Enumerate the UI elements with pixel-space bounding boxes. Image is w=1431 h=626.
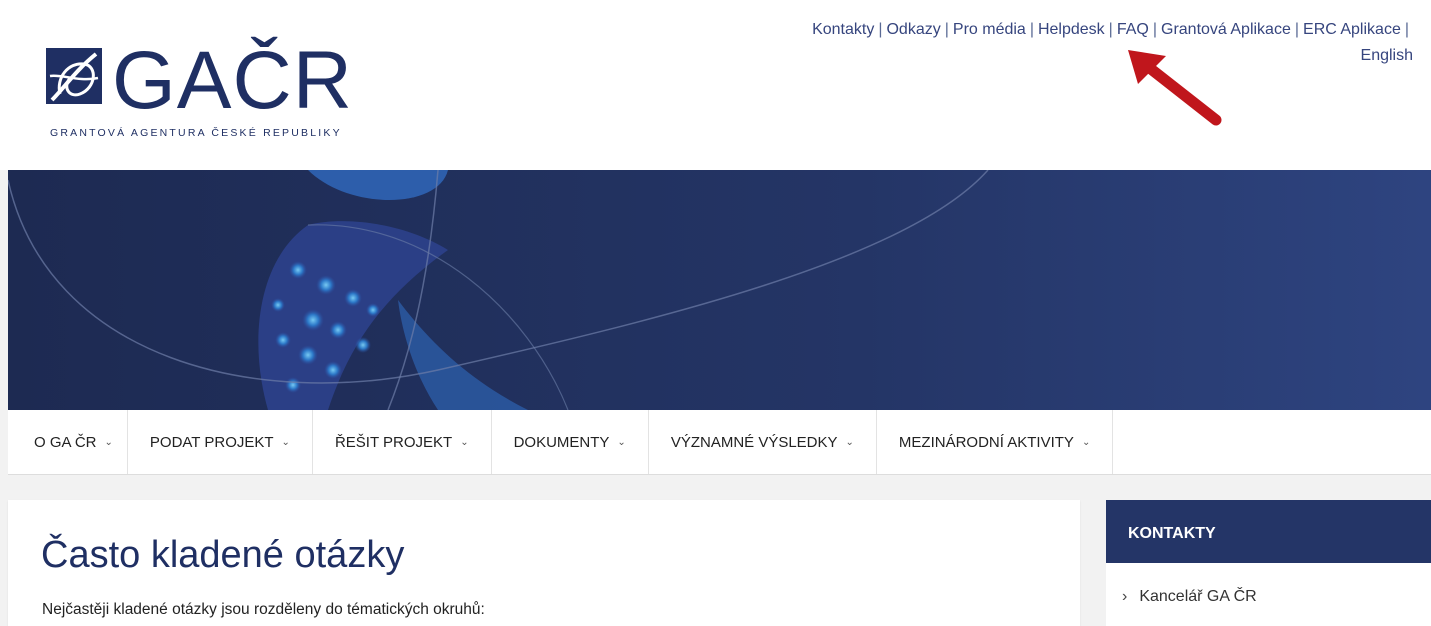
nav-item-label: ŘEŠIT PROJEKT [335, 434, 452, 451]
top-link-kontakty[interactable]: Kontakty [812, 21, 874, 38]
nav-item-label: MEZINÁRODNÍ AKTIVITY [899, 434, 1074, 451]
link-separator: | [1153, 21, 1157, 38]
sidebar-contacts: KONTAKTY › Kancelář GA ČR [1106, 500, 1431, 626]
sidebar-item-kancelar[interactable]: › Kancelář GA ČR [1122, 588, 1257, 606]
link-separator: | [878, 21, 882, 38]
intro-text: Nejčastěji kladené otázky jsou rozděleny… [42, 601, 485, 619]
link-separator: | [1405, 21, 1409, 38]
link-separator: | [1109, 21, 1113, 38]
main-content: Často kladené otázky Nejčastěji kladené … [8, 500, 1080, 626]
top-links-bar: Kontakty|Odkazy|Pro média|Helpdesk|FAQ|G… [733, 17, 1413, 69]
site-header: GAČR GRANTOVÁ AGENTURA ČESKÉ REPUBLIKY K… [8, 0, 1431, 170]
logo-subtitle: GRANTOVÁ AGENTURA ČESKÉ REPUBLIKY [50, 127, 342, 139]
top-link-erc-aplikace[interactable]: ERC Aplikace [1303, 21, 1401, 38]
main-navigation: O GA ČR ⌄ PODAT PROJEKT ⌄ ŘEŠIT PROJEKT ⌄ D… [8, 410, 1431, 475]
header-edge [0, 0, 8, 170]
sidebar-heading: KONTAKTY [1106, 500, 1431, 563]
nav-item-label: DOKUMENTY [514, 434, 610, 451]
top-link-pro-media[interactable]: Pro média [953, 21, 1026, 38]
chevron-down-icon: ⌄ [846, 437, 854, 448]
nav-item-label: PODAT PROJEKT [150, 434, 274, 451]
gacr-logo[interactable]: GAČR GRANTOVÁ AGENTURA ČESKÉ REPUBLIKY [38, 38, 378, 148]
nav-item-dokumenty[interactable]: DOKUMENTY ⌄ [492, 410, 649, 474]
nav-item-vyznamne-vysledky[interactable]: VÝZNAMNÉ VÝSLEDKY ⌄ [649, 410, 877, 474]
annotation-arrow-icon [1118, 40, 1228, 130]
chevron-down-icon: ⌄ [460, 437, 468, 448]
chevron-right-icon: › [1122, 588, 1127, 605]
chevron-down-icon: ⌄ [105, 437, 113, 448]
link-separator: | [1030, 21, 1034, 38]
nav-item-o-ga-cr[interactable]: O GA ČR ⌄ [8, 410, 128, 474]
top-link-grantova-aplikace[interactable]: Grantová Aplikace [1161, 21, 1291, 38]
hero-banner [8, 170, 1431, 410]
page-title: Často kladené otázky [41, 534, 404, 577]
logo-emblem-icon [46, 48, 102, 104]
top-link-english[interactable]: English [1361, 47, 1413, 64]
top-link-helpdesk[interactable]: Helpdesk [1038, 21, 1105, 38]
sidebar-item-label: Kancelář GA ČR [1139, 588, 1256, 605]
nav-item-label: VÝZNAMNÉ VÝSLEDKY [671, 434, 838, 451]
logo-wordmark: GAČR [112, 36, 353, 126]
nav-item-label: O GA ČR [34, 434, 97, 451]
top-link-faq[interactable]: FAQ [1117, 21, 1149, 38]
chevron-down-icon: ⌄ [617, 437, 625, 448]
nav-item-resit-projekt[interactable]: ŘEŠIT PROJEKT ⌄ [313, 410, 492, 474]
link-separator: | [1295, 21, 1299, 38]
top-link-odkazy[interactable]: Odkazy [886, 21, 940, 38]
hero-graphic [8, 170, 1431, 410]
chevron-down-icon: ⌄ [1082, 437, 1090, 448]
link-separator: | [945, 21, 949, 38]
nav-item-podat-projekt[interactable]: PODAT PROJEKT ⌄ [128, 410, 313, 474]
nav-item-mezinarodni-aktivity[interactable]: MEZINÁRODNÍ AKTIVITY ⌄ [877, 410, 1113, 474]
chevron-down-icon: ⌄ [282, 437, 290, 448]
